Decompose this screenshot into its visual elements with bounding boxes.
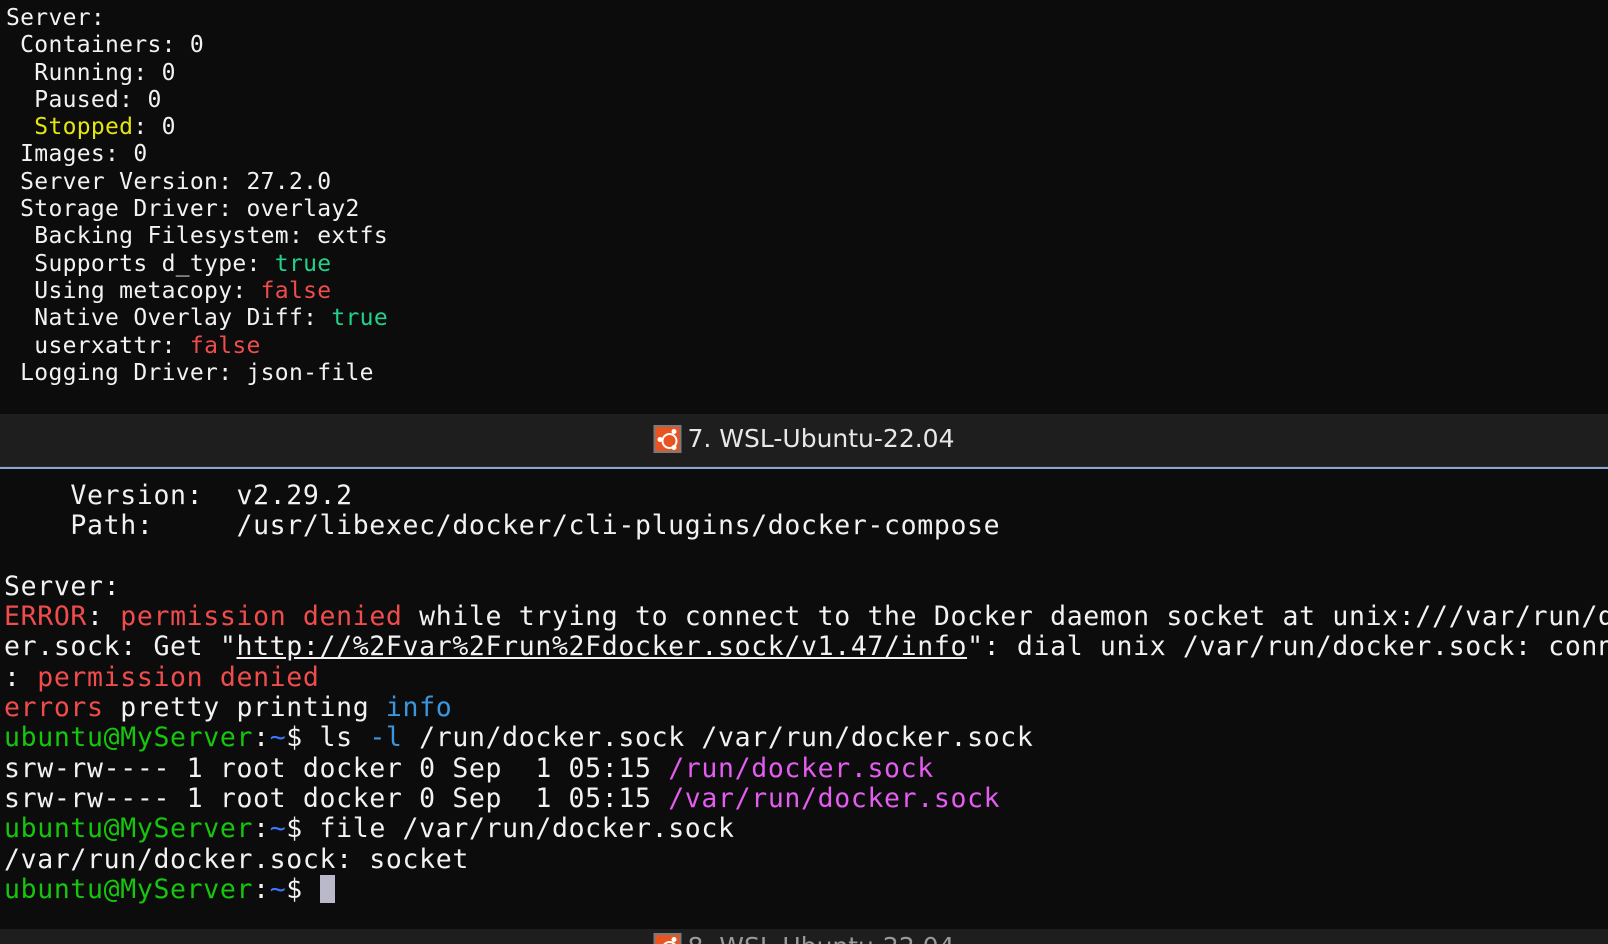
terminal-text: er.sock: Get ": [4, 631, 237, 663]
terminal-text: $: [286, 873, 320, 905]
terminal-text: :: [87, 601, 121, 633]
tab-label: 8. WSL-Ubuntu-22.04: [688, 932, 955, 944]
tab-wsl-ubuntu-8[interactable]: 8. WSL-Ubuntu-22.04: [653, 932, 955, 944]
terminal-line: Logging Driver: json-file: [6, 360, 388, 387]
terminal-line: Stopped: 0: [6, 114, 388, 141]
terminal-text: :: [253, 722, 270, 754]
terminal-text: Logging Driver: json-file: [6, 359, 374, 386]
terminal-line: Using metacopy: false: [6, 278, 388, 305]
terminal-line: Version: v2.29.2: [4, 481, 1608, 511]
terminal-text: :: [253, 873, 270, 905]
terminal-text: Backing Filesystem: extfs: [6, 223, 388, 250]
terminal-text: /var/run/docker.sock: socket: [4, 843, 469, 875]
terminal-text: Server Version: 27.2.0: [6, 168, 332, 195]
ubuntu-icon: [653, 424, 682, 453]
terminal-text: Path: /usr/libexec/docker/cli-plugins/do…: [4, 510, 1001, 542]
terminal-line: userxattr: false: [6, 333, 388, 360]
terminal-text: srw-rw---- 1 root docker 0 Sep 1 05:15: [4, 752, 669, 784]
ubuntu-icon: [653, 932, 682, 944]
tab-wsl-ubuntu-7[interactable]: 7. WSL-Ubuntu-22.04: [653, 424, 955, 453]
terminal-text: ~: [269, 722, 287, 754]
terminal-link[interactable]: http://%2Fvar%2Frun%2Fdocker.sock/v1.47/…: [236, 631, 967, 662]
terminal-line: ubuntu@MyServer:~$ ls -l /run/docker.soc…: [4, 723, 1608, 753]
terminal-line: Storage Driver: overlay2: [6, 196, 388, 223]
terminal-text: $ ls: [286, 722, 370, 754]
terminal-text: : 0: [133, 114, 176, 141]
terminal-text: $ file /var/run/docker.sock: [286, 813, 735, 845]
terminal-line: Running: 0: [6, 60, 388, 87]
terminal-text: Stopped: [34, 114, 134, 141]
terminal-line: /var/run/docker.sock: socket: [4, 843, 1608, 875]
terminal-text: :: [253, 813, 270, 845]
terminal-pane-top[interactable]: Server: Containers: 0 Running: 0 Paused:…: [0, 0, 1608, 414]
terminal-line: srw-rw---- 1 root docker 0 Sep 1 05:15 /…: [4, 782, 1608, 814]
terminal-text: Server:: [4, 570, 121, 602]
terminal-line: Path: /usr/libexec/docker/cli-plugins/do…: [4, 511, 1608, 541]
terminal-line: Containers: 0: [6, 32, 388, 59]
terminal-text: Storage Driver: overlay2: [6, 196, 360, 223]
terminal-text: false: [189, 332, 261, 359]
terminal-text: /run/docker.sock: [668, 752, 934, 784]
terminal-line: er.sock: Get "http://%2Fvar%2Frun%2Fdock…: [4, 632, 1608, 662]
terminal-output-top: Server: Containers: 0 Running: 0 Paused:…: [6, 5, 388, 387]
terminal-text: Using metacopy:: [6, 277, 261, 304]
terminal-line: Images: 0: [6, 141, 388, 168]
terminal-line: Paused: 0: [6, 87, 388, 114]
terminal-text: Server:: [6, 5, 106, 31]
terminal-line: Supports d_type: true: [6, 251, 388, 278]
terminal-line: ubuntu@MyServer:~$: [4, 873, 1608, 905]
terminal-line: ubuntu@MyServer:~$ file /var/run/docker.…: [4, 814, 1608, 844]
terminal-text: userxattr:: [6, 332, 190, 359]
terminal-line: : permission denied: [4, 661, 1608, 693]
pane-title-bar-bottom: 8. WSL-Ubuntu-22.04: [0, 929, 1608, 944]
pane-divider[interactable]: [0, 467, 1608, 469]
terminal-line: errors pretty printing info: [4, 692, 1608, 724]
terminal-line: Server Version: 27.2.0: [6, 169, 388, 196]
pane-title-bar: 7. WSL-Ubuntu-22.04: [0, 414, 1608, 467]
terminal-text: ": dial unix /var/run/docker.sock: conne…: [967, 631, 1608, 663]
terminal-cursor: [319, 874, 335, 903]
terminal-pane-bottom[interactable]: Version: v2.29.2 Path: /usr/libexec/dock…: [0, 481, 1608, 929]
terminal-text: permission denied: [120, 601, 403, 633]
terminal-text: :: [4, 661, 38, 693]
terminal-text: Containers: 0: [6, 32, 205, 59]
terminal-text: srw-rw---- 1 root docker 0 Sep 1 05:15: [4, 782, 669, 814]
terminal-line: ERROR: permission denied while trying to…: [4, 602, 1608, 632]
terminal-line: Server:: [6, 5, 388, 32]
terminal-text: /run/docker.sock /var/run/docker.sock: [402, 722, 1034, 754]
terminal-text: ubuntu@MyServer: [4, 873, 254, 905]
terminal-line: [4, 542, 1608, 572]
terminal-output-bottom: Version: v2.29.2 Path: /usr/libexec/dock…: [4, 481, 1608, 905]
terminal-text: permission denied: [37, 661, 320, 693]
terminal-text: ubuntu@MyServer: [4, 722, 254, 754]
terminal-line: srw-rw---- 1 root docker 0 Sep 1 05:15 /…: [4, 752, 1608, 784]
terminal-text: Images: 0: [6, 141, 148, 168]
terminal-text: Paused: 0: [6, 86, 162, 113]
terminal-line: Server:: [4, 570, 1608, 602]
terminal-text: info: [385, 692, 453, 724]
terminal-text: -l: [369, 722, 403, 754]
terminal-line: Backing Filesystem: extfs: [6, 223, 388, 250]
terminal-text: Running: 0: [6, 59, 176, 86]
terminal-text: Supports d_type:: [6, 250, 275, 277]
terminal-text: false: [260, 277, 332, 304]
terminal-text: true: [331, 305, 388, 332]
terminal-text: ~: [269, 873, 287, 905]
terminal-text: Version: v2.29.2: [4, 481, 353, 511]
terminal-text: errors: [4, 692, 104, 724]
tab-label: 7. WSL-Ubuntu-22.04: [687, 424, 955, 453]
terminal-text: ubuntu@MyServer: [4, 813, 254, 845]
terminal-text: Native Overlay Diff:: [6, 305, 332, 332]
terminal-text: while trying to connect to the Docker da…: [402, 601, 1608, 633]
terminal-text: ~: [269, 813, 287, 845]
terminal-text: /var/run/docker.sock: [668, 782, 1001, 814]
terminal-text: true: [274, 250, 332, 277]
terminal-text: ERROR: [4, 601, 88, 633]
terminal-text: pretty printing: [103, 692, 386, 724]
terminal-line: Native Overlay Diff: true: [6, 305, 388, 332]
